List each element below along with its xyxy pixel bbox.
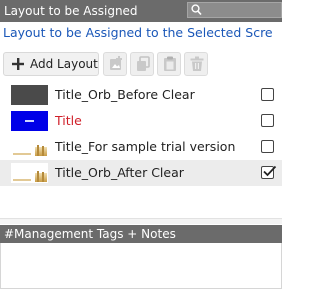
add-image-button[interactable] xyxy=(103,52,127,76)
trash-icon xyxy=(190,56,204,71)
add-layout-label: Add Layout xyxy=(30,57,98,71)
plus-icon xyxy=(12,58,24,70)
layout-label: Title_For sample trial version xyxy=(55,139,236,154)
layout-label: Title_Orb_Before Clear xyxy=(55,87,195,102)
layout-row[interactable]: Title xyxy=(0,108,282,134)
panel-title: Layout to be Assigned xyxy=(4,4,138,18)
search-icon xyxy=(191,4,202,16)
copy-button[interactable] xyxy=(130,52,154,76)
layout-checkbox[interactable] xyxy=(261,114,274,127)
layout-row[interactable]: Title_Orb_After Clear xyxy=(0,160,282,186)
layout-checkbox[interactable] xyxy=(261,140,274,153)
paste-button[interactable] xyxy=(157,52,181,76)
toolbar: Add Layout xyxy=(0,48,282,78)
layout-row[interactable]: Title_Orb_Before Clear xyxy=(0,82,282,108)
layout-thumbnail xyxy=(11,137,48,157)
paste-icon xyxy=(164,56,176,71)
search-input[interactable] xyxy=(204,3,281,17)
layout-checkbox[interactable] xyxy=(261,165,277,179)
notes-title: #Management Tags + Notes xyxy=(4,227,176,241)
add-image-icon xyxy=(110,56,122,70)
search-box[interactable] xyxy=(187,2,282,18)
copy-icon xyxy=(137,56,150,71)
layout-thumbnail xyxy=(11,85,48,105)
layout-row[interactable]: Title_For sample trial version xyxy=(0,134,282,160)
add-layout-button[interactable]: Add Layout xyxy=(3,52,99,76)
layout-thumbnail xyxy=(11,111,48,131)
section-subtitle: Layout to be Assigned to the Selected Sc… xyxy=(3,25,273,40)
layout-label: Title_Orb_After Clear xyxy=(55,165,184,180)
layout-checkbox[interactable] xyxy=(261,88,274,101)
checkmark-icon xyxy=(263,165,277,177)
notes-textarea[interactable] xyxy=(0,243,282,289)
delete-button[interactable] xyxy=(184,52,208,76)
layout-label: Title xyxy=(55,113,82,128)
notes-header: #Management Tags + Notes xyxy=(0,225,282,243)
panel-splitter[interactable] xyxy=(0,218,282,224)
layout-thumbnail xyxy=(11,163,48,183)
